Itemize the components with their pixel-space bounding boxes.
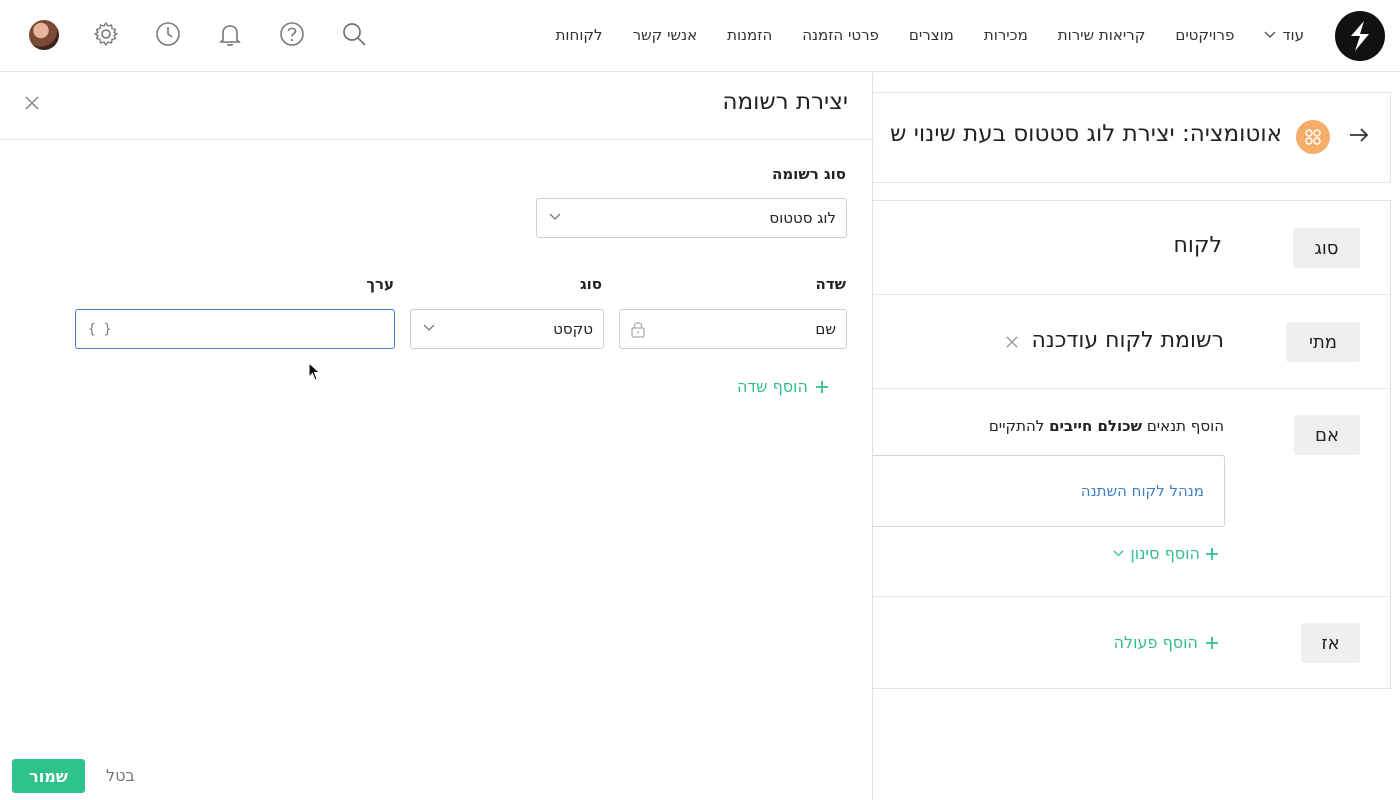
nav-more-menu[interactable]: עוד [1264,26,1304,44]
type-chip: סוג [1293,228,1360,268]
add-action-label: הוסף פעולה [1113,633,1198,652]
nav-item-service-calls[interactable]: קריאות שירות [1058,26,1146,44]
arrow-right-icon[interactable] [1347,123,1371,147]
save-button[interactable]: שמור [12,759,85,793]
plus-icon [1206,547,1218,560]
if-hint-prefix: הוסף תנאים [1146,417,1224,435]
record-type-label: סוג רשומה [772,165,846,183]
add-field-label: הוסף שדה [736,377,808,396]
then-chip: אז [1301,623,1360,663]
cancel-button[interactable]: בטל [106,766,135,785]
row-divider [873,294,1390,295]
create-record-drawer: יצירת רשומה סוג רשומה לוג סטטוס שדה סוג … [0,73,873,800]
add-field-button[interactable]: הוסף שדה [737,377,828,396]
nav-item-products[interactable]: מוצרים [909,26,954,44]
value-column-label: ערך [366,275,394,293]
user-avatar[interactable] [29,20,59,50]
if-chip: אם [1294,415,1360,455]
add-action-button[interactable]: הוסף פעולה [1114,633,1218,652]
field-value: שם [815,320,836,338]
when-value: רשומת לקוח עודכנה [1031,328,1224,353]
chevron-down-icon [549,213,561,220]
add-filter-button[interactable]: הוסף סינון [1113,544,1218,563]
record-type-value: לוג סטטוס [769,209,836,227]
bell-icon[interactable] [216,20,244,48]
search-icon[interactable] [340,20,368,48]
nav-item-sales[interactable]: מכירות [984,26,1028,44]
nav-item-orders[interactable]: הזמנות [727,26,772,44]
automation-title: אוטומציה: יצירת לוג סטטוס בעת שינוי ש [890,121,1282,147]
nav-more-label: עוד [1282,26,1304,44]
when-chip: מתי [1286,322,1360,362]
if-hint-bold: שכולם חייבים [1049,417,1143,435]
top-bar: לקוחות אנשי קשר הזמנות פרטי הזמנה מוצרים… [0,0,1400,72]
value-input[interactable] [75,309,395,349]
automation-icon [1296,120,1330,154]
bolt-icon [1351,21,1369,51]
drawer-title: יצירת רשומה [722,89,848,115]
main-nav: לקוחות אנשי קשר הזמנות פרטי הזמנה מוצרים… [556,22,1304,48]
automation-header: אוטומציה: יצירת לוג סטטוס בעת שינוי ש [873,92,1391,183]
close-icon[interactable] [1005,334,1019,353]
automation-panel: סוג לקוח מתי רשומת לקוח עודכנה אם הוסף ת… [873,200,1391,689]
help-icon[interactable] [278,20,306,48]
condition-box[interactable]: מנהל לקוח השתנה [873,455,1225,527]
field-select[interactable]: שם [619,309,847,349]
close-icon[interactable] [22,93,42,113]
gear-icon[interactable] [92,20,120,48]
nav-item-customers[interactable]: לקוחות [556,26,603,44]
plus-icon [1206,636,1218,649]
if-hint-suffix: להתקיים [988,417,1045,435]
row-divider [873,388,1390,389]
type-value: לקוח [1173,233,1222,258]
type-value: טקסט [553,320,593,338]
plus-icon [816,380,828,393]
nav-item-contacts[interactable]: אנשי קשר [633,26,698,44]
record-type-select[interactable]: לוג סטטוס [536,198,847,238]
nav-item-order-details[interactable]: פרטי הזמנה [802,26,879,44]
condition-link[interactable]: מנהל לקוח השתנה [1081,482,1204,500]
chevron-down-icon [1264,31,1276,38]
app-logo[interactable] [1335,11,1385,61]
row-divider [873,596,1390,597]
nav-item-projects[interactable]: פרויקטים [1175,26,1234,44]
if-hint: הוסף תנאים שכולם חייבים להתקיים [989,417,1224,435]
add-filter-label: הוסף סינון [1130,544,1200,563]
field-column-label: שדה [815,275,847,293]
chevron-down-icon [1113,550,1124,557]
type-select[interactable]: טקסט [410,309,604,349]
drawer-divider [0,139,873,140]
clock-icon[interactable] [154,20,182,48]
mouse-cursor-icon [308,361,322,386]
chevron-down-icon [423,324,435,331]
lock-icon [631,322,645,338]
type-column-label: סוג [579,275,602,293]
